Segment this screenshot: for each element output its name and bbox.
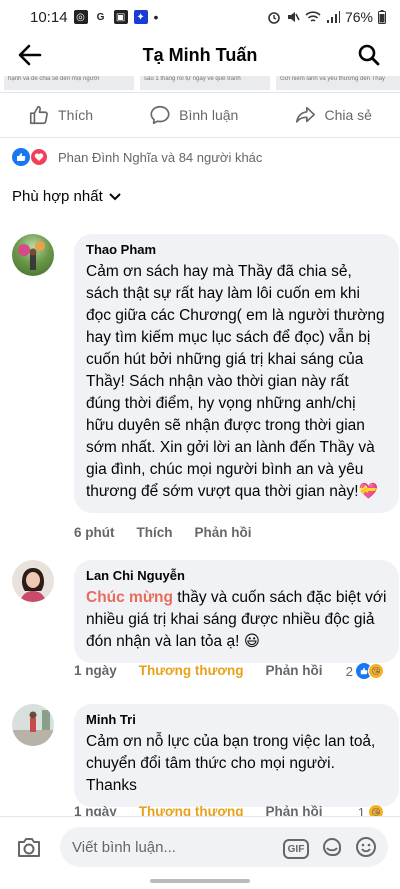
sticker-button[interactable] <box>318 833 346 861</box>
thumbnail[interactable]: sau 1 tháng rồi tự ngày về quê tranh <box>140 76 270 90</box>
comment-meta: 6 phút Thích Phản hồi <box>74 525 274 540</box>
comment-time: 6 phút <box>74 525 115 540</box>
comment-reply-button[interactable]: Phản hồi <box>266 663 323 678</box>
comment-text: Cảm ơn nỗ lực của bạn trong việc lan toả… <box>86 733 376 794</box>
status-app-icon-2: ▣ <box>113 10 128 24</box>
commenter-name[interactable]: Thao Pham <box>86 242 387 257</box>
signal-icon <box>326 11 340 23</box>
comment-item: Thao Pham Cảm ơn sách hay mà Thầy đã chi… <box>12 234 399 544</box>
avatar[interactable] <box>12 560 54 602</box>
battery-icon <box>378 10 386 24</box>
battery-percent: 76% <box>344 9 373 25</box>
like-reaction-icon <box>12 148 30 166</box>
comment-bubble[interactable]: Lan Chi Nguyễn Chúc mừng thầy và cuốn sá… <box>74 560 399 663</box>
comment-time: 1 ngày <box>74 663 117 678</box>
search-icon <box>358 44 380 66</box>
like-label: Thích <box>58 107 94 123</box>
share-button[interactable]: Chia sẻ <box>294 104 372 126</box>
app-header: Tạ Minh Tuấn <box>0 34 400 76</box>
page-title: Tạ Minh Tuấn <box>142 44 258 65</box>
thumbnail[interactable]: Gửi niềm lành và yêu thương đến Thầy <box>276 76 400 90</box>
comment-input[interactable]: Viết bình luận... GIF <box>60 827 388 867</box>
comment-item: Lan Chi Nguyễn Chúc mừng thầy và cuốn sá… <box>12 560 399 690</box>
like-button[interactable]: Thích <box>28 104 93 126</box>
wifi-icon <box>305 11 321 22</box>
care-reaction-icon: 😘 <box>368 663 384 679</box>
comment-input-placeholder: Viết bình luận... <box>72 838 176 856</box>
status-bar: 10:14 ◎ G ▣ ✦ • 76% <box>0 0 400 34</box>
comment-button[interactable]: Bình luận <box>149 104 238 126</box>
comment-item: Minh Tri Cảm ơn nỗ lực của bạn trong việ… <box>12 704 399 820</box>
mute-icon <box>287 12 300 22</box>
post-thumbnails: hạnh và dễ chia sẻ đến mọi người sau 1 t… <box>0 76 400 90</box>
love-reaction-icon <box>30 148 48 166</box>
share-label: Chia sẻ <box>324 107 372 123</box>
comment-like-button[interactable]: Thích <box>137 525 173 540</box>
alarm-icon <box>268 12 280 24</box>
avatar[interactable] <box>12 704 54 746</box>
comment-care-button[interactable]: Thương thương <box>139 663 244 678</box>
comment-highlight[interactable]: Chúc mừng <box>86 589 173 606</box>
camera-button[interactable] <box>16 835 42 864</box>
status-right: 76% <box>267 9 386 25</box>
comment-bubble[interactable]: Minh Tri Cảm ơn nỗ lực của bạn trong việ… <box>74 704 399 807</box>
commenter-name[interactable]: Lan Chi Nguyễn <box>86 568 387 583</box>
commenter-name[interactable]: Minh Tri <box>86 712 387 727</box>
count-number: 2 <box>345 663 353 679</box>
avatar[interactable] <box>12 234 54 276</box>
sticker-icon <box>322 838 341 856</box>
reactions-summary[interactable]: Phan Đình Nghĩa và 84 người khác <box>12 148 262 166</box>
google-icon: G <box>96 11 105 23</box>
comment-text: Chúc mừng thầy và cuốn sách đặc biệt với… <box>86 587 387 653</box>
comment-reaction-count[interactable]: 2 😘 <box>346 663 384 679</box>
comment-text: Cảm ơn sách hay mà Thầy đã chia sẻ, sách… <box>86 263 385 500</box>
comment-label: Bình luận <box>179 107 239 123</box>
chevron-down-icon <box>109 192 121 200</box>
emoji-button[interactable] <box>352 833 380 861</box>
comment-icon <box>150 105 170 125</box>
thumbs-up-icon <box>29 105 48 125</box>
comment-reply-button[interactable]: Phản hồi <box>195 525 252 540</box>
comment-sort-dropdown[interactable]: Phù hợp nhất <box>12 188 121 205</box>
emoji-icon <box>356 837 376 857</box>
gif-icon: GIF <box>283 839 309 859</box>
back-button[interactable] <box>14 40 46 70</box>
status-app-icon-3: ✦ <box>133 10 148 24</box>
home-indicator[interactable] <box>150 879 250 883</box>
arrow-left-icon <box>18 44 42 66</box>
gif-button[interactable]: GIF <box>282 833 310 861</box>
status-time: 10:14 <box>30 8 68 26</box>
reactions-summary-text: Phan Đình Nghĩa và 84 người khác <box>58 149 263 165</box>
search-button[interactable] <box>354 40 384 70</box>
comment-composer: Viết bình luận... GIF <box>0 816 400 878</box>
comment-bubble[interactable]: Thao Pham Cảm ơn sách hay mà Thầy đã chi… <box>74 234 399 513</box>
dot-icon: • <box>153 9 159 25</box>
sort-label: Phù hợp nhất <box>12 188 103 205</box>
post-action-bar: Thích Bình luận Chia sẻ <box>0 92 400 138</box>
camera-icon <box>18 838 40 857</box>
status-left: 10:14 ◎ G ▣ ✦ • <box>30 9 158 26</box>
comment-meta: 1 ngày Thương thương Phản hồi <box>74 663 345 678</box>
share-icon <box>296 106 316 123</box>
thumbnail[interactable]: hạnh và dễ chia sẻ đến mọi người <box>4 76 134 90</box>
status-app-icon: ◎ <box>73 10 88 24</box>
